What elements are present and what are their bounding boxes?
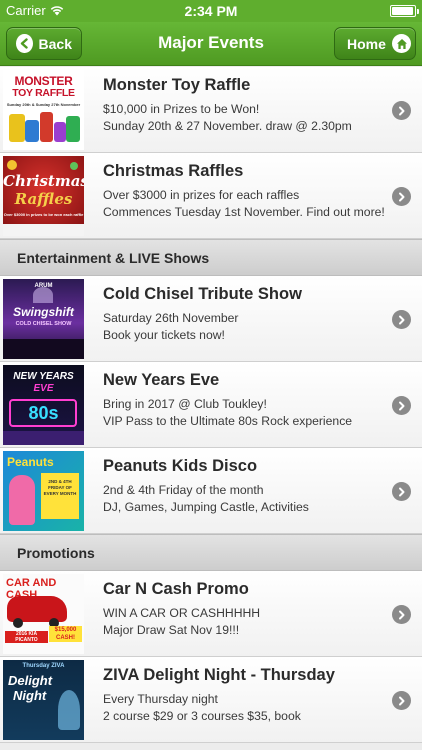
section-header-promotions: Promotions (0, 534, 422, 571)
event-detail: Commences Tuesday 1st November. Find out… (103, 205, 385, 219)
disclosure-chevron-icon[interactable] (392, 691, 411, 710)
battery-icon (390, 5, 419, 17)
home-icon (392, 34, 411, 53)
thumb-text: Raffles (14, 190, 73, 208)
event-detail: Book your tickets now! (103, 328, 225, 342)
car-n-cash-thumbnail: CAR AND CASH 2016 KIA PICANTO $15,000 CA… (3, 574, 84, 654)
battery-level (392, 7, 413, 15)
section-header-entertainment: Entertainment & LIVE Shows (0, 239, 422, 276)
disclosure-chevron-icon[interactable] (392, 482, 411, 501)
home-label: Home (347, 35, 386, 52)
event-title: ZIVA Delight Night - Thursday (103, 666, 335, 684)
event-detail: VIP Pass to the Ultimate 80s Rock experi… (103, 414, 353, 428)
christmas-raffles-thumbnail: Christmas Raffles Over $3000 in prizes t… (3, 156, 84, 236)
new-years-eve-thumbnail: NEW YEARS EVE 80s (3, 365, 84, 445)
event-detail: $10,000 in Prizes to be Won! (103, 102, 260, 116)
thumb-text: $15,000 CASH! (49, 626, 82, 642)
thumb-text: Over $3000 in prizes to be won each raff… (3, 212, 84, 217)
event-detail: 2 course $29 or 3 courses $35, book (103, 709, 301, 723)
peanuts-kids-disco-thumbnail: Peanuts 2ND & 4TH FRIDAY OF EVERY MONTH (3, 451, 84, 531)
event-title: Peanuts Kids Disco (103, 457, 258, 475)
thumb-text: MONSTER (14, 74, 73, 88)
home-button[interactable]: Home (334, 27, 416, 60)
event-detail: DJ, Games, Jumping Castle, Activities (103, 500, 309, 514)
event-detail: Sunday 20th & 27 November. draw @ 2.30pm (103, 119, 352, 133)
disclosure-chevron-icon[interactable] (392, 605, 411, 624)
status-bar: Carrier 2:34 PM (0, 0, 422, 22)
cold-chisel-thumbnail: ARUM Swingshift COLD CHISEL SHOW (3, 279, 84, 359)
event-detail: Over $3000 in prizes for each raffles (103, 188, 300, 202)
event-title: Monster Toy Raffle (103, 76, 251, 94)
thumb-text: Thursday ZIVA (22, 663, 65, 669)
disclosure-chevron-icon[interactable] (392, 310, 411, 329)
event-row-cold-chisel[interactable]: ARUM Swingshift COLD CHISEL SHOW Cold Ch… (0, 276, 422, 362)
event-detail: 2nd & 4th Friday of the month (103, 483, 264, 497)
event-title: Cold Chisel Tribute Show (103, 285, 302, 303)
thumb-text: EVE (33, 383, 54, 394)
thumb-text: Sunday 20th & Sunday 27th November (6, 102, 81, 107)
thumb-text: Christmas (3, 172, 84, 190)
event-row-ziva-delight-night[interactable]: Thursday ZIVA Delight Night ZIVA Delight… (0, 657, 422, 743)
clock: 2:34 PM (184, 3, 238, 19)
thumb-text: Swingshift (13, 305, 74, 319)
event-title: Christmas Raffles (103, 162, 244, 180)
event-title: New Years Eve (103, 371, 220, 389)
thumb-text: TOY RAFFLE (12, 87, 75, 99)
monster-toy-raffle-thumbnail: MONSTER TOY RAFFLE Sunday 20th & Sunday … (3, 70, 84, 150)
event-detail: Bring in 2017 @ Club Toukley! (103, 397, 267, 411)
event-detail: Major Draw Sat Nov 19!!! (103, 623, 240, 637)
thumb-text: 2016 KIA PICANTO (5, 631, 48, 643)
thumb-text: NEW YEARS (13, 371, 74, 382)
app-screen: Carrier 2:34 PM Back Major Events Home M… (0, 0, 422, 750)
event-detail: WIN A CAR OR CASHHHHH (103, 606, 261, 620)
event-row-christmas-raffles[interactable]: Christmas Raffles Over $3000 in prizes t… (0, 153, 422, 239)
disclosure-chevron-icon[interactable] (392, 187, 411, 206)
thumb-text: Peanuts (7, 455, 54, 469)
event-detail: Every Thursday night (103, 692, 218, 706)
event-row-new-years-eve[interactable]: NEW YEARS EVE 80s New Years Eve Bring in… (0, 362, 422, 448)
navigation-bar: Back Major Events Home (0, 22, 422, 66)
ziva-delight-night-thumbnail: Thursday ZIVA Delight Night (3, 660, 84, 740)
event-detail: Saturday 26th November (103, 311, 239, 325)
event-title: Car N Cash Promo (103, 580, 249, 598)
events-list: MONSTER TOY RAFFLE Sunday 20th & Sunday … (0, 67, 422, 743)
thumb-text: COLD CHISEL SHOW (15, 321, 72, 327)
thumb-text: 2ND & 4TH FRIDAY OF EVERY MONTH (43, 479, 77, 496)
disclosure-chevron-icon[interactable] (392, 396, 411, 415)
event-row-car-n-cash[interactable]: CAR AND CASH 2016 KIA PICANTO $15,000 CA… (0, 571, 422, 657)
event-row-peanuts-kids-disco[interactable]: Peanuts 2ND & 4TH FRIDAY OF EVERY MONTH … (0, 448, 422, 534)
thumb-text: Delight (8, 673, 53, 688)
event-row-monster-toy-raffle[interactable]: MONSTER TOY RAFFLE Sunday 20th & Sunday … (0, 67, 422, 153)
disclosure-chevron-icon[interactable] (392, 101, 411, 120)
